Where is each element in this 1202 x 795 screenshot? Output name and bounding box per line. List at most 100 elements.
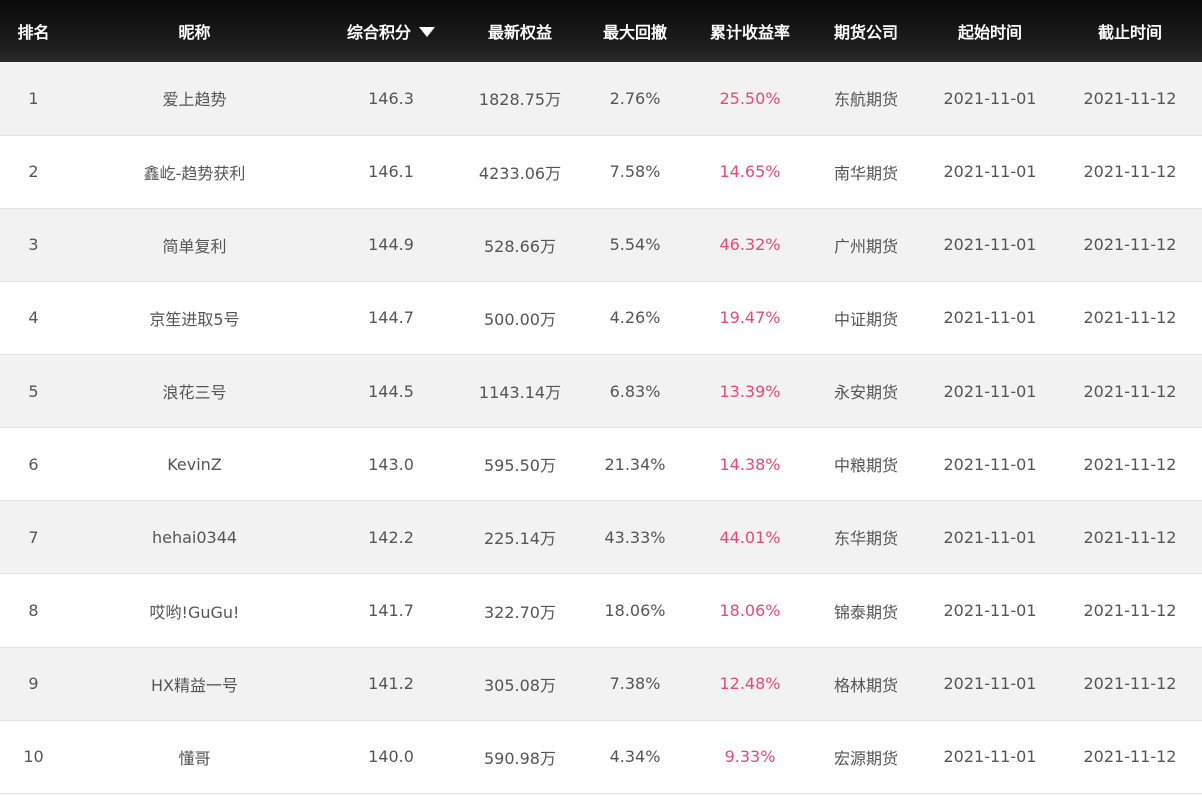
cell-score: 142.2 [368,527,414,547]
cell-company: 宏源期货 [833,748,898,768]
cell-end-date: 2021-11-12 [1083,235,1177,255]
cell-start-date: 2021-11-01 [943,674,1037,694]
cell-equity: 528.66万 [484,236,556,256]
cell-return: 14.38% [719,454,781,474]
cell-company: 东华期货 [833,529,898,549]
cell-start-date: 2021-11-01 [943,162,1037,182]
cell-drawdown: 2.76% [609,88,661,108]
header-rank[interactable]: 排名 [0,0,67,62]
cell-rank: 2 [28,162,39,182]
cell-equity: 1828.75万 [478,90,562,110]
header-score-label: 综合积分 [346,23,411,42]
cell-rank: 3 [28,235,39,255]
cell-return: 13.39% [719,381,781,401]
cell-equity: 595.50万 [484,456,556,476]
cell-nickname: 鑫屹-趋势获利 [143,163,246,183]
cell-return: 14.65% [719,162,781,182]
table-row[interactable]: 6 KevinZ 143.0 595.50万 21.34% 14.38% 中粮期货 2021-… [0,427,1202,501]
sort-desc-triangle-icon[interactable] [419,26,435,37]
cell-return: 12.48% [719,674,781,694]
cell-equity: 4233.06万 [478,163,562,183]
cell-rank: 4 [28,308,39,328]
cell-company: 广州期货 [833,236,898,256]
table-row[interactable]: 4 京笙进取5号 144.7 500.00万 4.26% 19.47% 中证期货 2021-1… [0,281,1202,355]
cell-score: 146.3 [368,88,414,108]
cell-start-date: 2021-11-01 [943,527,1037,547]
cell-return: 18.06% [719,601,781,621]
cell-equity: 305.08万 [484,675,556,695]
cell-return: 46.32% [719,235,781,255]
cell-rank: 6 [28,454,39,474]
cell-rank: 10 [23,747,44,767]
cell-nickname: 简单复利 [162,236,227,256]
cell-return: 19.47% [719,308,781,328]
cell-score: 144.7 [368,308,414,328]
cell-nickname: 爱上趋势 [162,90,227,110]
cell-rank: 9 [28,674,39,694]
table-row[interactable]: 5 浪花三号 144.5 1143.14万 6.83% 13.39% 永安期货 2021-11… [0,354,1202,428]
header-drawdown[interactable]: 最大回撤 [580,0,690,62]
cell-end-date: 2021-11-12 [1083,747,1177,767]
cell-drawdown: 18.06% [604,601,666,621]
header-nickname[interactable]: 昵称 [67,0,322,62]
cell-company: 南华期货 [833,163,898,183]
cell-start-date: 2021-11-01 [943,381,1037,401]
cell-company: 锦泰期货 [833,602,898,622]
cell-company: 永安期货 [833,383,898,403]
cell-start-date: 2021-11-01 [943,88,1037,108]
cell-equity: 1143.14万 [478,383,562,403]
table-row[interactable]: 7 hehai0344 142.2 225.14万 43.33% 44.01% 东华期货 20… [0,500,1202,574]
cell-start-date: 2021-11-01 [943,601,1037,621]
cell-score: 146.1 [368,162,414,182]
cell-end-date: 2021-11-12 [1083,308,1177,328]
cell-drawdown: 4.34% [609,747,661,767]
table-row[interactable]: 10 懂哥 140.0 590.98万 4.34% 9.33% 宏源期货 2021-11-01… [0,720,1202,794]
cell-score: 141.7 [368,601,414,621]
cell-end-date: 2021-11-12 [1083,527,1177,547]
cell-start-date: 2021-11-01 [943,747,1037,767]
cell-end-date: 2021-11-12 [1083,88,1177,108]
header-company[interactable]: 期货公司 [810,0,922,62]
cell-company: 中证期货 [833,309,898,329]
cell-nickname: 哎哟!GuGu! [149,602,240,622]
ranking-table: 排名 昵称 综合积分 最新权益 最大回撤 累计收益率 期货公司 起始时间 截止时… [0,0,1202,794]
cell-drawdown: 21.34% [604,454,666,474]
cell-company: 东航期货 [833,90,898,110]
cell-drawdown: 6.83% [609,381,661,401]
header-start-date[interactable]: 起始时间 [922,0,1058,62]
header-score[interactable]: 综合积分 [322,0,460,62]
table-header: 排名 昵称 综合积分 最新权益 最大回撤 累计收益率 期货公司 起始时间 截止时… [0,0,1202,62]
cell-equity: 500.00万 [484,309,556,329]
table-row[interactable]: 1 爱上趋势 146.3 1828.75万 2.76% 25.50% 东航期货 2021-11… [0,62,1202,136]
table-row[interactable]: 3 简单复利 144.9 528.66万 5.54% 46.32% 广州期货 2021-11-… [0,208,1202,282]
cell-rank: 7 [28,527,39,547]
cell-start-date: 2021-11-01 [943,235,1037,255]
table-row[interactable]: 9 HX精益一号 141.2 305.08万 7.38% 12.48% 格林期货 2021-1… [0,647,1202,721]
cell-start-date: 2021-11-01 [943,308,1037,328]
cell-nickname: 懂哥 [178,748,211,768]
header-end-date[interactable]: 截止时间 [1058,0,1202,62]
cell-start-date: 2021-11-01 [943,454,1037,474]
cell-nickname: 京笙进取5号 [149,309,240,329]
table-body: 1 爱上趋势 146.3 1828.75万 2.76% 25.50% 东航期货 2021-11… [0,62,1202,794]
cell-nickname: HX精益一号 [151,675,238,695]
cell-end-date: 2021-11-12 [1083,601,1177,621]
cell-drawdown: 7.38% [609,674,661,694]
cell-end-date: 2021-11-12 [1083,162,1177,182]
cell-nickname: 浪花三号 [162,383,227,403]
cell-score: 143.0 [368,454,414,474]
cell-score: 144.9 [368,235,414,255]
header-row: 排名 昵称 综合积分 最新权益 最大回撤 累计收益率 期货公司 起始时间 截止时… [0,0,1202,62]
cell-end-date: 2021-11-12 [1083,674,1177,694]
cell-equity: 225.14万 [484,529,556,549]
cell-end-date: 2021-11-12 [1083,454,1177,474]
cell-drawdown: 43.33% [604,527,666,547]
cell-drawdown: 4.26% [609,308,661,328]
header-equity[interactable]: 最新权益 [460,0,580,62]
table-row[interactable]: 8 哎哟!GuGu! 141.7 322.70万 18.06% 18.06% 锦泰期货 202… [0,573,1202,648]
table-row[interactable]: 2 鑫屹-趋势获利 146.1 4233.06万 7.58% 14.65% 南华期货 2021… [0,135,1202,209]
cell-rank: 5 [28,381,39,401]
cell-score: 140.0 [368,747,414,767]
header-return[interactable]: 累计收益率 [690,0,810,62]
cell-drawdown: 5.54% [609,235,661,255]
